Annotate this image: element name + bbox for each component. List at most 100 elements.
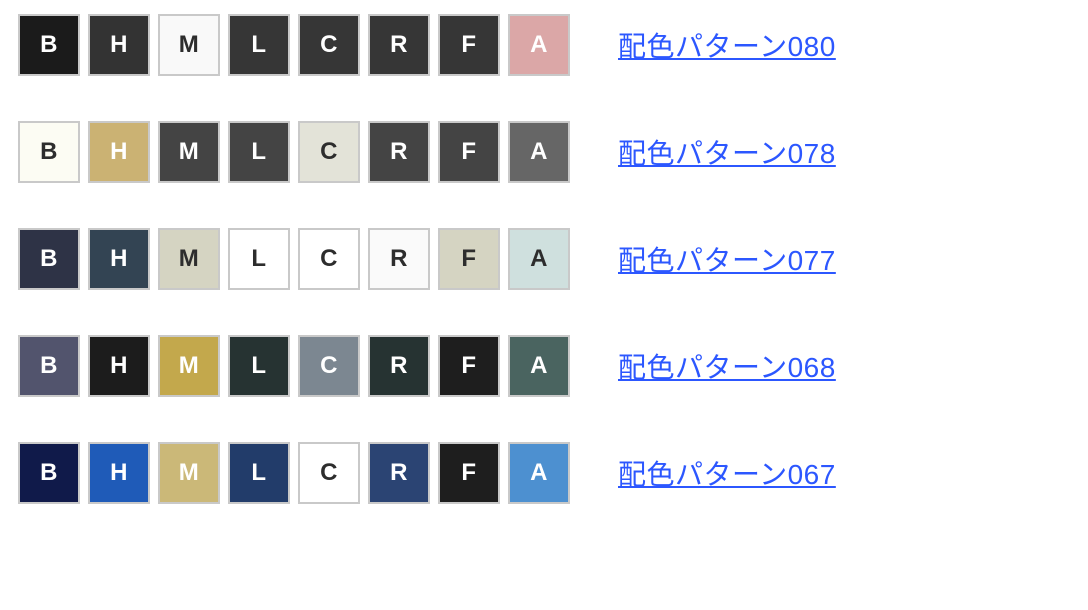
color-swatch: H xyxy=(88,335,150,397)
swatch-letter: M xyxy=(179,459,200,487)
color-swatch: L xyxy=(228,14,290,76)
color-swatch: M xyxy=(158,121,220,183)
link-column: 配色パターン080 xyxy=(618,25,836,65)
pattern-link[interactable]: 配色パターン078 xyxy=(618,138,836,169)
swatch-letter: R xyxy=(390,459,408,487)
color-swatch: R xyxy=(368,14,430,76)
palette-row: B H M L C R F A 配色パターン068 xyxy=(18,335,1070,397)
swatch-letter: M xyxy=(179,352,200,380)
color-swatch: F xyxy=(438,335,500,397)
swatch-letter: H xyxy=(110,31,128,59)
palette-list: B H M L C R F A 配色パターン080 B H M L C R F A 配色パターン078 B H M L C R… xyxy=(0,0,1088,518)
swatch-letter: A xyxy=(530,245,548,273)
color-swatch: B xyxy=(18,335,80,397)
color-swatch: A xyxy=(508,228,570,290)
color-swatch: F xyxy=(438,228,500,290)
color-swatch: L xyxy=(228,121,290,183)
swatch-group: BHMLCRFA xyxy=(18,228,570,290)
swatch-letter: M xyxy=(179,138,200,166)
swatch-letter: A xyxy=(530,459,548,487)
color-swatch: C xyxy=(298,228,360,290)
swatch-letter: A xyxy=(530,138,548,166)
color-swatch: F xyxy=(438,14,500,76)
color-swatch: A xyxy=(508,14,570,76)
link-column: 配色パターン077 xyxy=(618,239,836,279)
swatch-letter: C xyxy=(320,352,338,380)
color-swatch: H xyxy=(88,442,150,504)
color-swatch: M xyxy=(158,442,220,504)
color-swatch: A xyxy=(508,442,570,504)
palette-row: B H M L C R F A 配色パターン077 xyxy=(18,228,1070,290)
swatch-letter: C xyxy=(320,31,338,59)
swatch-letter: F xyxy=(461,352,476,380)
color-swatch: R xyxy=(368,228,430,290)
swatch-group: BHMLCRFA xyxy=(18,442,570,504)
swatch-letter: L xyxy=(251,31,266,59)
color-swatch: H xyxy=(88,121,150,183)
swatch-group: BHMLCRFA xyxy=(18,14,570,76)
swatch-letter: F xyxy=(461,245,476,273)
color-swatch: B xyxy=(18,121,80,183)
swatch-letter: L xyxy=(251,245,266,273)
swatch-letter: M xyxy=(179,31,200,59)
swatch-letter: H xyxy=(110,352,128,380)
color-swatch: F xyxy=(438,442,500,504)
color-swatch: C xyxy=(298,121,360,183)
swatch-letter: R xyxy=(390,138,408,166)
swatch-letter: F xyxy=(461,31,476,59)
color-swatch: R xyxy=(368,121,430,183)
pattern-link[interactable]: 配色パターン068 xyxy=(618,352,836,383)
swatch-letter: A xyxy=(530,352,548,380)
swatch-letter: R xyxy=(390,31,408,59)
link-column: 配色パターン078 xyxy=(618,132,836,172)
swatch-group: BHMLCRFA xyxy=(18,335,570,397)
color-swatch: L xyxy=(228,442,290,504)
link-column: 配色パターン068 xyxy=(618,346,836,386)
swatch-letter: A xyxy=(530,31,548,59)
color-swatch: R xyxy=(368,335,430,397)
link-column: 配色パターン067 xyxy=(618,453,836,493)
color-swatch: M xyxy=(158,14,220,76)
swatch-letter: C xyxy=(320,245,338,273)
swatch-letter: L xyxy=(251,138,266,166)
swatch-letter: C xyxy=(320,459,338,487)
swatch-group: BHMLCRFA xyxy=(18,121,570,183)
color-swatch: H xyxy=(88,14,150,76)
color-swatch: M xyxy=(158,228,220,290)
color-swatch: B xyxy=(18,442,80,504)
swatch-letter: H xyxy=(110,245,128,273)
swatch-letter: L xyxy=(251,459,266,487)
swatch-letter: B xyxy=(40,31,58,59)
swatch-letter: B xyxy=(40,245,58,273)
color-swatch: C xyxy=(298,14,360,76)
color-swatch: F xyxy=(438,121,500,183)
color-swatch: A xyxy=(508,335,570,397)
swatch-letter: R xyxy=(390,245,408,273)
swatch-letter: H xyxy=(110,138,128,166)
swatch-letter: B xyxy=(40,459,58,487)
palette-row: B H M L C R F A 配色パターン067 xyxy=(18,442,1070,504)
color-swatch: M xyxy=(158,335,220,397)
color-swatch: C xyxy=(298,442,360,504)
swatch-letter: F xyxy=(461,459,476,487)
swatch-letter: B xyxy=(40,138,58,166)
swatch-letter: R xyxy=(390,352,408,380)
palette-row: B H M L C R F A 配色パターン078 xyxy=(18,121,1070,183)
color-swatch: A xyxy=(508,121,570,183)
color-swatch: R xyxy=(368,442,430,504)
swatch-letter: L xyxy=(251,352,266,380)
color-swatch: L xyxy=(228,228,290,290)
swatch-letter: H xyxy=(110,459,128,487)
color-swatch: C xyxy=(298,335,360,397)
swatch-letter: C xyxy=(320,138,338,166)
swatch-letter: F xyxy=(461,138,476,166)
swatch-letter: M xyxy=(179,245,200,273)
swatch-letter: B xyxy=(40,352,58,380)
palette-row: B H M L C R F A 配色パターン080 xyxy=(18,14,1070,76)
color-swatch: B xyxy=(18,14,80,76)
color-swatch: L xyxy=(228,335,290,397)
pattern-link[interactable]: 配色パターン080 xyxy=(618,31,836,62)
pattern-link[interactable]: 配色パターン067 xyxy=(618,459,836,490)
pattern-link[interactable]: 配色パターン077 xyxy=(618,245,836,276)
color-swatch: H xyxy=(88,228,150,290)
